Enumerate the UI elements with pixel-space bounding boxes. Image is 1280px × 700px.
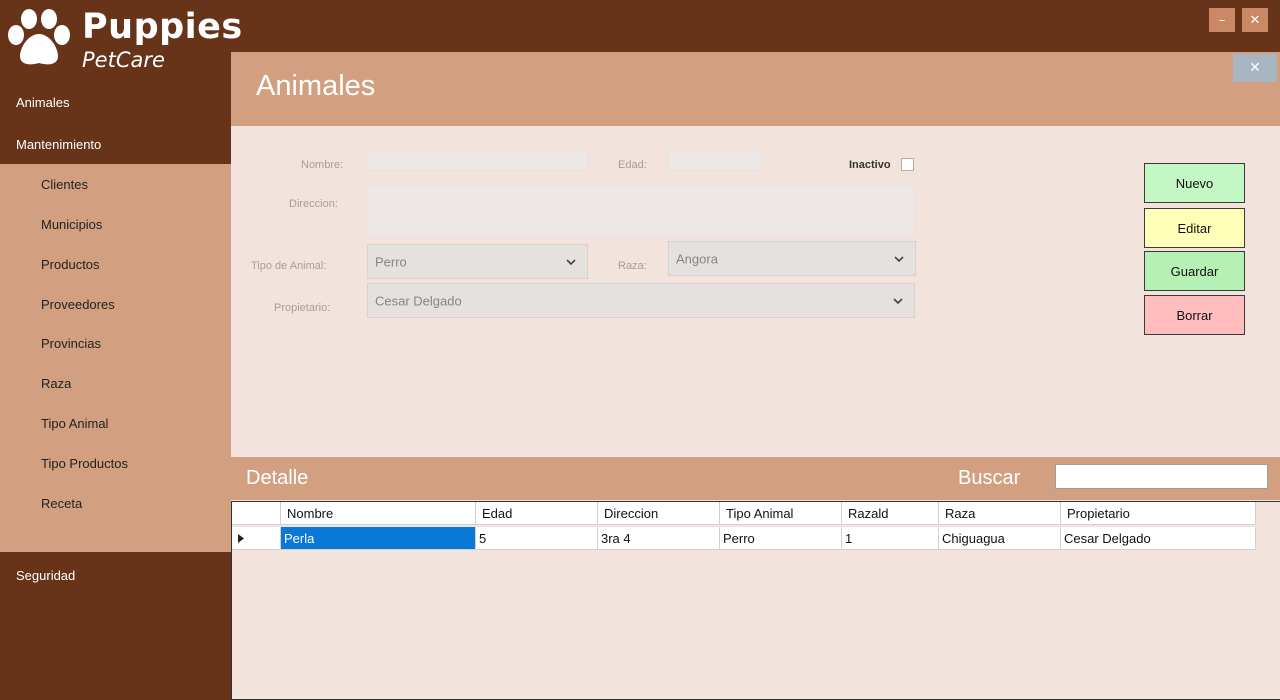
nombre-label: Nombre:: [301, 159, 344, 171]
detail-bar: Detalle Buscar: [231, 457, 1280, 500]
raza-select[interactable]: Angora: [668, 241, 916, 276]
row-pointer-icon: [238, 534, 244, 543]
column-header-direccion[interactable]: Direccion: [598, 502, 720, 525]
row-header-corner: [232, 502, 281, 525]
column-header-razaid[interactable]: Razald: [842, 502, 939, 525]
direccion-field[interactable]: [367, 185, 915, 237]
guardar-button[interactable]: Guardar: [1144, 251, 1245, 291]
window-close-button[interactable]: ✕: [1242, 8, 1268, 32]
page-header: Animales: [231, 52, 1280, 126]
chevron-down-icon: [893, 297, 903, 304]
table-row[interactable]: Perla 5 3ra 4 Perro 1 Chiguagua Cesar De…: [232, 527, 1256, 550]
propietario-value: Cesar Delgado: [375, 293, 462, 308]
raza-value: Angora: [676, 251, 718, 266]
brand-logo: Puppies PetCare: [0, 0, 242, 80]
borrar-button[interactable]: Borrar: [1144, 295, 1245, 335]
nombre-field[interactable]: [367, 150, 588, 171]
propietario-label: Propietario:: [274, 302, 331, 314]
nav-item-seguridad[interactable]: Seguridad: [16, 568, 75, 583]
search-input[interactable]: [1055, 464, 1268, 489]
cell-direccion[interactable]: 3ra 4: [598, 527, 720, 550]
submenu-item-municipios[interactable]: Municipios: [41, 217, 102, 232]
column-header-edad[interactable]: Edad: [476, 502, 598, 525]
submenu-item-tipo-productos[interactable]: Tipo Productos: [41, 456, 128, 471]
column-header-nombre[interactable]: Nombre: [281, 502, 476, 525]
raza-label: Raza:: [618, 260, 647, 272]
cell-edad[interactable]: 5: [476, 527, 598, 550]
column-header-tipo-animal[interactable]: Tipo Animal: [720, 502, 842, 525]
submenu-item-productos[interactable]: Productos: [41, 257, 100, 272]
row-selector[interactable]: [232, 527, 281, 550]
brand-subtitle: PetCare: [82, 48, 165, 72]
submenu-item-tipo-animal[interactable]: Tipo Animal: [41, 416, 108, 431]
animals-grid[interactable]: Nombre Edad Direccion Tipo Animal Razald…: [231, 501, 1280, 700]
cell-propietario[interactable]: Cesar Delgado: [1061, 527, 1256, 550]
chevron-down-icon: [566, 258, 576, 265]
inactivo-checkbox[interactable]: [901, 158, 914, 171]
edad-field[interactable]: [668, 150, 762, 171]
column-header-raza[interactable]: Raza: [939, 502, 1061, 525]
submenu-item-receta[interactable]: Receta: [41, 496, 82, 511]
nav-item-mantenimiento[interactable]: Mantenimiento: [16, 137, 101, 152]
nuevo-button[interactable]: Nuevo: [1144, 163, 1245, 203]
tipo-animal-value: Perro: [375, 254, 407, 269]
mantenimiento-submenu: Clientes Municipios Productos Proveedore…: [0, 164, 231, 552]
cell-nombre[interactable]: Perla: [281, 527, 476, 550]
nav-item-animales[interactable]: Animales: [16, 95, 69, 110]
tipo-animal-select[interactable]: Perro: [367, 244, 588, 279]
submenu-item-clientes[interactable]: Clientes: [41, 177, 88, 192]
search-label: Buscar: [958, 467, 1021, 489]
sidebar: Puppies PetCare Animales Mantenimiento C…: [0, 0, 242, 700]
propietario-select[interactable]: Cesar Delgado: [367, 283, 915, 318]
column-header-propietario[interactable]: Propietario: [1061, 502, 1256, 525]
panel-close-button[interactable]: ✕: [1233, 54, 1277, 82]
chevron-down-icon: [894, 255, 904, 262]
detail-title: Detalle: [246, 467, 309, 489]
submenu-item-proveedores[interactable]: Proveedores: [41, 297, 115, 312]
tipo-animal-label: Tipo de Animal:: [251, 260, 327, 272]
minimize-button[interactable]: –: [1209, 8, 1235, 32]
inactivo-label: Inactivo: [849, 159, 891, 171]
cell-razaid[interactable]: 1: [842, 527, 939, 550]
paw-icon: [8, 9, 70, 65]
main-panel: Animales ✕ Nombre: Edad: Inactivo Direcc…: [231, 52, 1280, 700]
edad-label: Edad:: [618, 159, 647, 171]
grid-header-row: Nombre Edad Direccion Tipo Animal Razald…: [232, 502, 1256, 525]
cell-raza[interactable]: Chiguagua: [939, 527, 1061, 550]
cell-tipo-animal[interactable]: Perro: [720, 527, 842, 550]
editar-button[interactable]: Editar: [1144, 208, 1245, 248]
direccion-label: Direccion:: [289, 198, 338, 210]
brand-title: Puppies: [82, 7, 243, 47]
submenu-item-raza[interactable]: Raza: [41, 376, 71, 391]
submenu-item-provincias[interactable]: Provincias: [41, 336, 101, 351]
page-title: Animales: [256, 70, 376, 102]
